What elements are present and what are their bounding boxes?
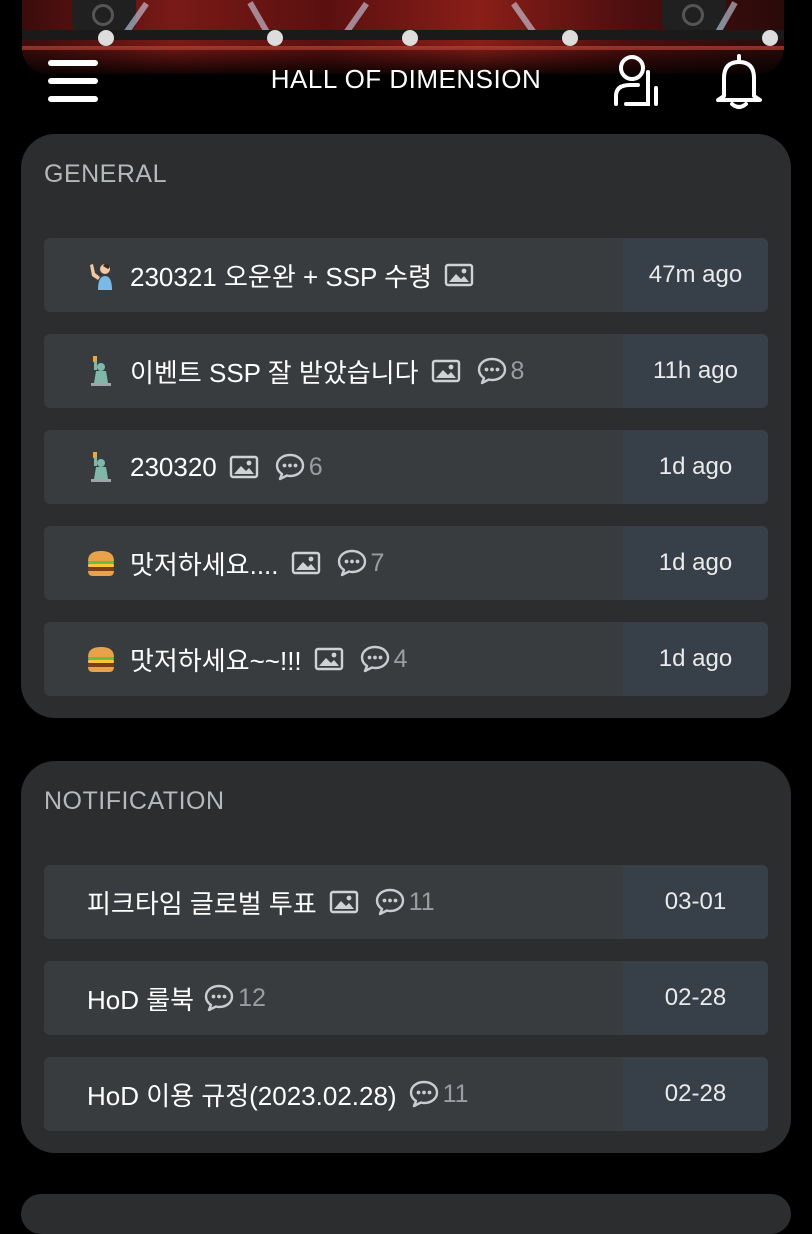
next-board-card xyxy=(21,1194,791,1234)
section-heading-notification: NOTIFICATION xyxy=(44,787,225,815)
post-time: 1d ago xyxy=(623,526,768,600)
post-title: 이벤트 SSP 잘 받았습니다 xyxy=(130,357,419,388)
notice-title: 피크타임 글로벌 투표 xyxy=(87,888,317,919)
app-title: HALL OF DIMENSION xyxy=(270,64,542,94)
comment-icon xyxy=(375,888,404,916)
list-item[interactable]: 230321 오운완 + SSP 수령 47m ago xyxy=(44,238,768,312)
notification-bell-icon[interactable] xyxy=(712,52,766,110)
post-title: 230320 xyxy=(130,451,217,482)
post-title: 맛저하세요.... xyxy=(130,549,279,580)
person-raising-hand-icon xyxy=(90,263,112,290)
list-item[interactable]: HoD 룰북 12 02-28 xyxy=(44,961,768,1035)
general-board-card: GENERAL 230321 오운완 + SSP 수령 47m ago 이벤트 … xyxy=(21,134,791,718)
statue-of-liberty-icon xyxy=(91,356,111,386)
image-attachment-icon xyxy=(314,647,343,671)
notice-date: 02-28 xyxy=(623,961,768,1035)
comment-count: 11 xyxy=(442,1079,469,1108)
notice-date: 03-01 xyxy=(623,865,768,939)
comment-icon xyxy=(477,357,506,385)
comment-icon xyxy=(275,453,304,481)
post-time: 47m ago xyxy=(623,238,768,312)
list-item[interactable]: 230320 6 1d ago xyxy=(44,430,768,504)
image-attachment-icon xyxy=(229,455,258,479)
post-time: 1d ago xyxy=(623,622,768,696)
speaker-graphic xyxy=(662,0,726,30)
list-item[interactable]: 맛저하세요.... 7 1d ago xyxy=(44,526,768,600)
post-title: 230321 오운완 + SSP 수령 xyxy=(130,261,432,292)
statue-of-liberty-icon xyxy=(91,452,111,482)
section-heading-general: GENERAL xyxy=(44,160,167,188)
list-item[interactable]: 이벤트 SSP 잘 받았습니다 8 11h ago xyxy=(44,334,768,408)
comment-count: 7 xyxy=(370,548,385,577)
comment-count: 6 xyxy=(308,452,323,481)
list-item[interactable]: 피크타임 글로벌 투표 11 03-01 xyxy=(44,865,768,939)
notice-date: 02-28 xyxy=(623,1057,768,1131)
comment-icon xyxy=(337,549,366,577)
image-attachment-icon xyxy=(444,263,474,287)
comment-count: 4 xyxy=(393,644,408,673)
post-time: 1d ago xyxy=(623,430,768,504)
notification-board-card: NOTIFICATION 피크타임 글로벌 투표 11 03-01 HoD 룰북 xyxy=(21,761,791,1153)
notice-title: HoD 룰북 xyxy=(87,984,195,1015)
post-title: 맛저하세요~~!!! xyxy=(130,645,302,676)
image-attachment-icon xyxy=(291,551,320,575)
notice-title: HoD 이용 규정(2023.02.28) xyxy=(87,1080,397,1111)
hamburger-icon xyxy=(88,551,114,576)
image-attachment-icon xyxy=(431,359,460,383)
comment-icon xyxy=(360,645,389,673)
comment-count: 11 xyxy=(408,887,435,916)
app-header: HALL OF DIMENSION xyxy=(0,44,812,116)
post-time: 11h ago xyxy=(623,334,768,408)
image-attachment-icon xyxy=(329,890,358,914)
list-item[interactable]: HoD 이용 규정(2023.02.28) 11 02-28 xyxy=(44,1057,768,1131)
hamburger-icon xyxy=(88,647,114,672)
comment-count: 12 xyxy=(238,983,266,1012)
hamburger-menu-icon[interactable] xyxy=(48,60,98,102)
list-item[interactable]: 맛저하세요~~!!! 4 1d ago xyxy=(44,622,768,696)
user-profile-icon[interactable] xyxy=(612,52,662,108)
comment-icon xyxy=(204,984,234,1012)
comment-count: 8 xyxy=(510,356,525,385)
comment-icon xyxy=(409,1080,438,1108)
